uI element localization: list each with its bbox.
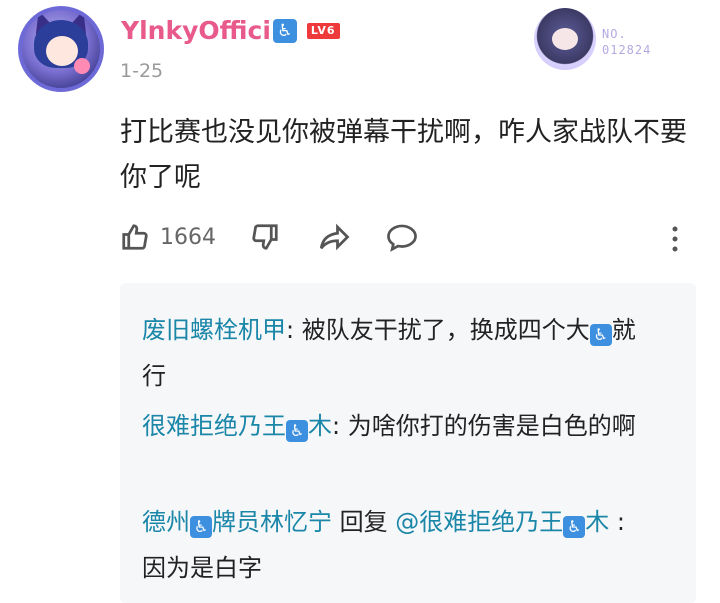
mention-part: 木 — [585, 508, 610, 536]
comment-text: 打比赛也没见你被弹幕干扰啊，咋人家战队不要你了呢 — [120, 117, 687, 193]
reply-text: 被队友干扰了，换成四个大 — [301, 316, 590, 344]
like-count: 1664 — [160, 224, 216, 250]
reply-button[interactable] — [386, 222, 418, 252]
thumbs-up-icon — [122, 224, 148, 250]
reply-separator: : — [286, 316, 302, 344]
badge-face — [552, 28, 578, 50]
comment-bubble-icon — [387, 224, 417, 252]
username[interactable]: YlnkyOffici ♿ LV6 — [121, 16, 340, 45]
reply-text: 为啥你打的伤害是白色的啊 — [347, 412, 636, 440]
avatar[interactable] — [18, 6, 104, 92]
comment-date: 1-25 — [120, 60, 164, 82]
thumbs-down-icon — [252, 224, 278, 250]
reply-nick[interactable]: 很难拒绝乃王 ♿ 木 — [142, 412, 332, 442]
more-vertical-icon — [672, 226, 678, 252]
share-arrow-icon — [319, 223, 350, 251]
reply-item[interactable]: 废旧螺栓机甲: 被队友干扰了，换成四个大 ♿ 就行 — [142, 307, 642, 399]
badge-number: NO. 012824 — [602, 26, 651, 58]
reply-nick-part: 牌员林忆宁 — [212, 508, 332, 536]
reply-nick-part: 很难拒绝乃王 — [142, 412, 286, 440]
badge-no-label: NO. — [602, 27, 627, 41]
accessibility-icon: ♿ — [589, 324, 612, 346]
accessibility-icon: ♿ — [563, 516, 586, 538]
reply-mention[interactable]: @很难拒绝乃王 ♿ 木 — [395, 508, 610, 538]
action-bar: 1664 — [120, 220, 690, 260]
share-button[interactable] — [318, 222, 352, 252]
reply-nick-part: 德州 — [142, 508, 190, 536]
username-text[interactable]: YlnkyOffici — [121, 16, 271, 45]
dislike-button[interactable] — [250, 222, 280, 252]
badge-no-value: 012824 — [602, 43, 652, 57]
reply-word: 回复 — [332, 508, 396, 536]
level-badge: LV6 — [306, 22, 340, 39]
reply-separator: : — [332, 412, 348, 440]
like-button[interactable]: 1664 — [120, 222, 216, 252]
reply-item[interactable]: 很难拒绝乃王 ♿ 木: 为啥你打的伤害是白色的啊 — [142, 403, 642, 449]
accessibility-icon: ♿ — [272, 18, 297, 43]
reply-nick[interactable]: 德州 ♿ 牌员林忆宁 — [142, 508, 332, 538]
replies-panel[interactable]: 废旧螺栓机甲: 被队友干扰了，换成四个大 ♿ 就行 很难拒绝乃王 ♿ 木: 为啥你打的伤… — [120, 283, 696, 603]
mention-part: @很难拒绝乃王 — [395, 508, 564, 536]
accessibility-icon: ♿ — [190, 516, 212, 538]
reply-nick-part: 木 — [308, 412, 332, 440]
accessibility-icon: ♿ — [286, 420, 308, 442]
reply-nick[interactable]: 废旧螺栓机甲 — [142, 316, 286, 344]
reply-item[interactable]: 德州 ♿ 牌员林忆宁 回复 @很难拒绝乃王 ♿ 木 :因为是白字 — [142, 499, 642, 591]
more-options-button[interactable] — [668, 224, 682, 254]
avatar-frame — [18, 6, 104, 92]
fan-badge[interactable] — [530, 4, 610, 76]
